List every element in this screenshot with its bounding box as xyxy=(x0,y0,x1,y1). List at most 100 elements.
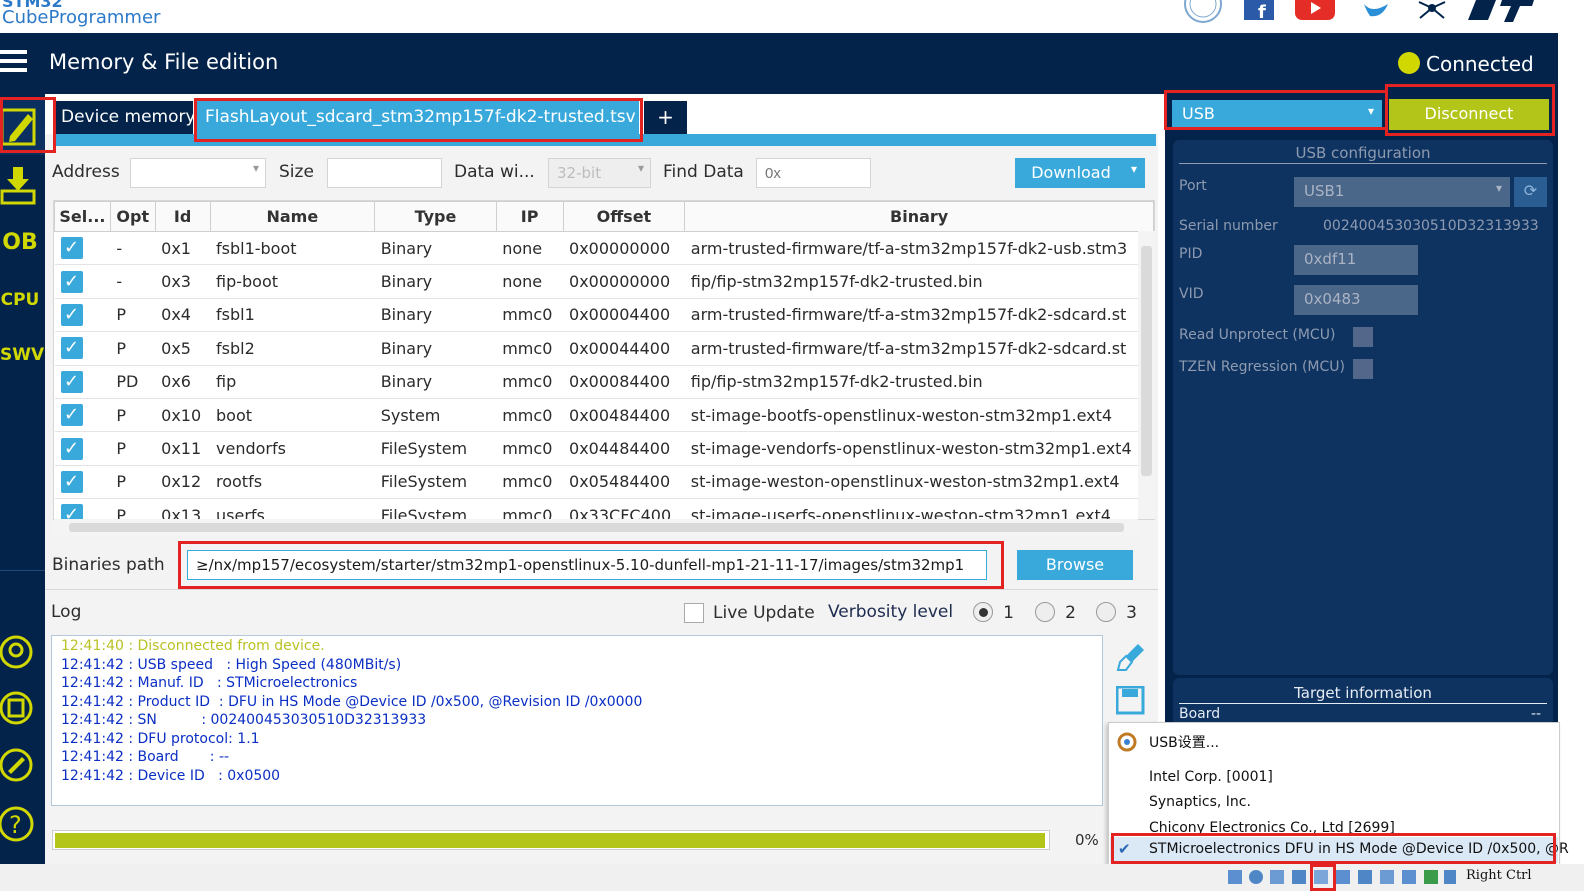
live-update-checkbox[interactable] xyxy=(684,603,704,623)
col-header[interactable]: Name xyxy=(209,201,376,232)
rocket-icon[interactable] xyxy=(0,745,40,785)
cell-opt: - xyxy=(110,231,156,266)
el-icon[interactable] xyxy=(0,688,40,728)
flashlayout-table: Sel... Opt Id Name Type IP Offset Binary… xyxy=(53,200,1155,520)
radio-button[interactable] xyxy=(973,602,993,622)
cell-opt: P xyxy=(110,465,156,500)
help-button[interactable]: ? xyxy=(0,802,36,842)
st-logo[interactable] xyxy=(1466,0,1536,24)
select-cell: ✓ xyxy=(54,298,111,333)
cell-opt: P xyxy=(110,331,156,366)
vid-field[interactable]: 0x0483 xyxy=(1294,285,1418,315)
col-header[interactable]: Binary xyxy=(684,201,1154,232)
verbosity-radio-2[interactable]: 2 xyxy=(1035,602,1076,627)
row-checkbox[interactable]: ✓ xyxy=(60,504,83,519)
facebook-icon[interactable]: f xyxy=(1244,0,1274,20)
table-row[interactable]: ✓ P 0x13 userfs FileSystem mmc0 0x33CFC400 st-i… xyxy=(54,498,1154,519)
cell-opt: - xyxy=(110,264,156,299)
data-width-value: 32-bit xyxy=(557,164,602,182)
log-line: 12:41:42 : Board : -- xyxy=(61,749,230,765)
cell-opt: P xyxy=(110,298,156,333)
menu-item-usb-settings[interactable]: USB设置... xyxy=(1149,732,1219,752)
table-row[interactable]: ✓ P 0x4 fsbl1 Binary mmc0 0x00004400 arm-truste… xyxy=(54,298,1154,333)
read-unprotect-checkbox[interactable] xyxy=(1353,327,1373,347)
row-checkbox[interactable]: ✓ xyxy=(60,470,83,493)
radio-button[interactable] xyxy=(1035,602,1055,622)
horizontal-scrollbar[interactable] xyxy=(54,519,1138,536)
beta-icon[interactable] xyxy=(0,632,40,672)
cell-name: boot xyxy=(210,398,375,433)
cell-ip: none xyxy=(496,264,564,299)
cell-ip: mmc0 xyxy=(496,398,564,433)
anniversary-badge-icon[interactable] xyxy=(1183,0,1223,24)
scroll-thumb[interactable] xyxy=(69,523,1124,532)
network-icon[interactable] xyxy=(1416,0,1448,22)
sidebar-item-ob[interactable]: OB xyxy=(0,230,40,255)
cell-opt: P xyxy=(110,398,156,433)
save-log-icon[interactable] xyxy=(1116,686,1146,716)
row-checkbox[interactable]: ✓ xyxy=(60,337,83,360)
radio-button[interactable] xyxy=(1096,602,1116,622)
col-header[interactable]: Offset xyxy=(562,201,686,232)
table-row[interactable]: ✓ PD 0x6 fip Binary mmc0 0x00084400 fip/fip-stm… xyxy=(54,365,1154,399)
row-checkbox[interactable]: ✓ xyxy=(60,237,83,260)
cell-type: Binary xyxy=(374,231,497,266)
browse-button[interactable]: Browse xyxy=(1017,550,1133,580)
table-row[interactable]: ✓ P 0x5 fsbl2 Binary mmc0 0x00044400 arm-truste… xyxy=(54,331,1154,366)
table-row[interactable]: ✓ P 0x11 vendorfs FileSystem mmc0 0x04484400 st… xyxy=(54,431,1154,466)
cell-offset: 0x05484400 xyxy=(563,465,685,500)
sidebar-item-download[interactable] xyxy=(0,165,45,210)
col-header[interactable]: Type xyxy=(374,201,497,232)
highlight-box xyxy=(194,98,643,142)
col-header[interactable]: IP xyxy=(495,201,564,232)
tzen-regression-checkbox[interactable] xyxy=(1353,359,1373,379)
sidebar-item-cpu[interactable]: CPU xyxy=(0,290,40,310)
row-checkbox[interactable]: ✓ xyxy=(60,404,83,427)
verbosity-radio-3[interactable]: 3 xyxy=(1096,602,1137,627)
pid-label: PID xyxy=(1179,246,1203,262)
twitter-icon[interactable] xyxy=(1362,0,1390,18)
logo-line2: CubeProgrammer xyxy=(2,7,161,28)
chevron-down-icon: ▾ xyxy=(252,161,259,175)
add-tab-button[interactable]: + xyxy=(644,101,687,135)
log-line: 12:41:42 : Product ID : DFU in HS Mode @… xyxy=(61,693,643,710)
pid-field[interactable]: 0xdf11 xyxy=(1294,245,1418,275)
scroll-thumb[interactable] xyxy=(1141,246,1152,476)
connection-status-icon xyxy=(1398,52,1420,74)
tab-device-memory[interactable]: Device memory xyxy=(53,101,196,135)
port-select[interactable]: USB1 ▾ xyxy=(1294,177,1510,207)
row-checkbox[interactable]: ✓ xyxy=(60,370,83,393)
table-row[interactable]: ✓ -0x1 fsbl1-boot Binary none 0x00000000 arm-t… xyxy=(54,231,1154,266)
cell-ip: mmc0 xyxy=(496,298,564,333)
progress-label: 0% xyxy=(1075,831,1099,849)
youtube-icon[interactable] xyxy=(1295,0,1335,22)
menu-item-usb-device[interactable]: Synaptics, Inc. xyxy=(1149,794,1251,810)
col-header[interactable]: Opt xyxy=(109,201,156,232)
chevron-down-icon[interactable]: ▾ xyxy=(1131,162,1137,176)
refresh-icon[interactable]: ⟳ xyxy=(1514,177,1547,207)
clear-log-icon[interactable] xyxy=(1116,642,1146,672)
download-button[interactable]: Download ▾ xyxy=(1015,158,1145,188)
address-combo[interactable]: ▾ xyxy=(130,158,266,188)
col-header[interactable]: Sel... xyxy=(54,201,111,232)
col-header[interactable]: Id xyxy=(154,201,211,232)
verbosity-radio-1[interactable]: 1 xyxy=(973,602,1014,627)
row-checkbox[interactable]: ✓ xyxy=(60,437,83,460)
menu-item-usb-device[interactable]: Intel Corp. [0001] xyxy=(1149,769,1273,785)
row-checkbox[interactable]: ✓ xyxy=(60,270,83,293)
cell-id: 0x6 xyxy=(155,365,210,399)
table-row[interactable]: ✓ P 0x12 rootfs FileSystem mmc0 0x05484400 st-i… xyxy=(54,465,1154,500)
cell-name: fsbl2 xyxy=(210,331,375,366)
cell-binary: fip/fip-stm32mp157f-dk2-trusted.bin xyxy=(684,264,1154,299)
menu-icon[interactable] xyxy=(0,50,28,77)
log-output[interactable]: 12:41:40 : Disconnected from device. 12:4… xyxy=(51,635,1103,806)
sidebar-item-swv[interactable]: SWV xyxy=(0,345,44,365)
table-row[interactable]: ✓ P 0x10 boot System mmc0 0x00484400 st-image-b… xyxy=(54,398,1154,433)
table-row[interactable]: ✓ -0x3 fip-boot Binary none 0x00000000 fip/fip… xyxy=(54,264,1154,299)
find-data-input[interactable] xyxy=(756,158,871,188)
data-width-select[interactable]: 32-bit ▾ xyxy=(548,158,651,188)
cell-name: userfs xyxy=(210,498,375,519)
row-checkbox[interactable]: ✓ xyxy=(60,303,83,326)
vertical-scrollbar[interactable] xyxy=(1138,231,1155,519)
size-input[interactable] xyxy=(327,158,442,188)
